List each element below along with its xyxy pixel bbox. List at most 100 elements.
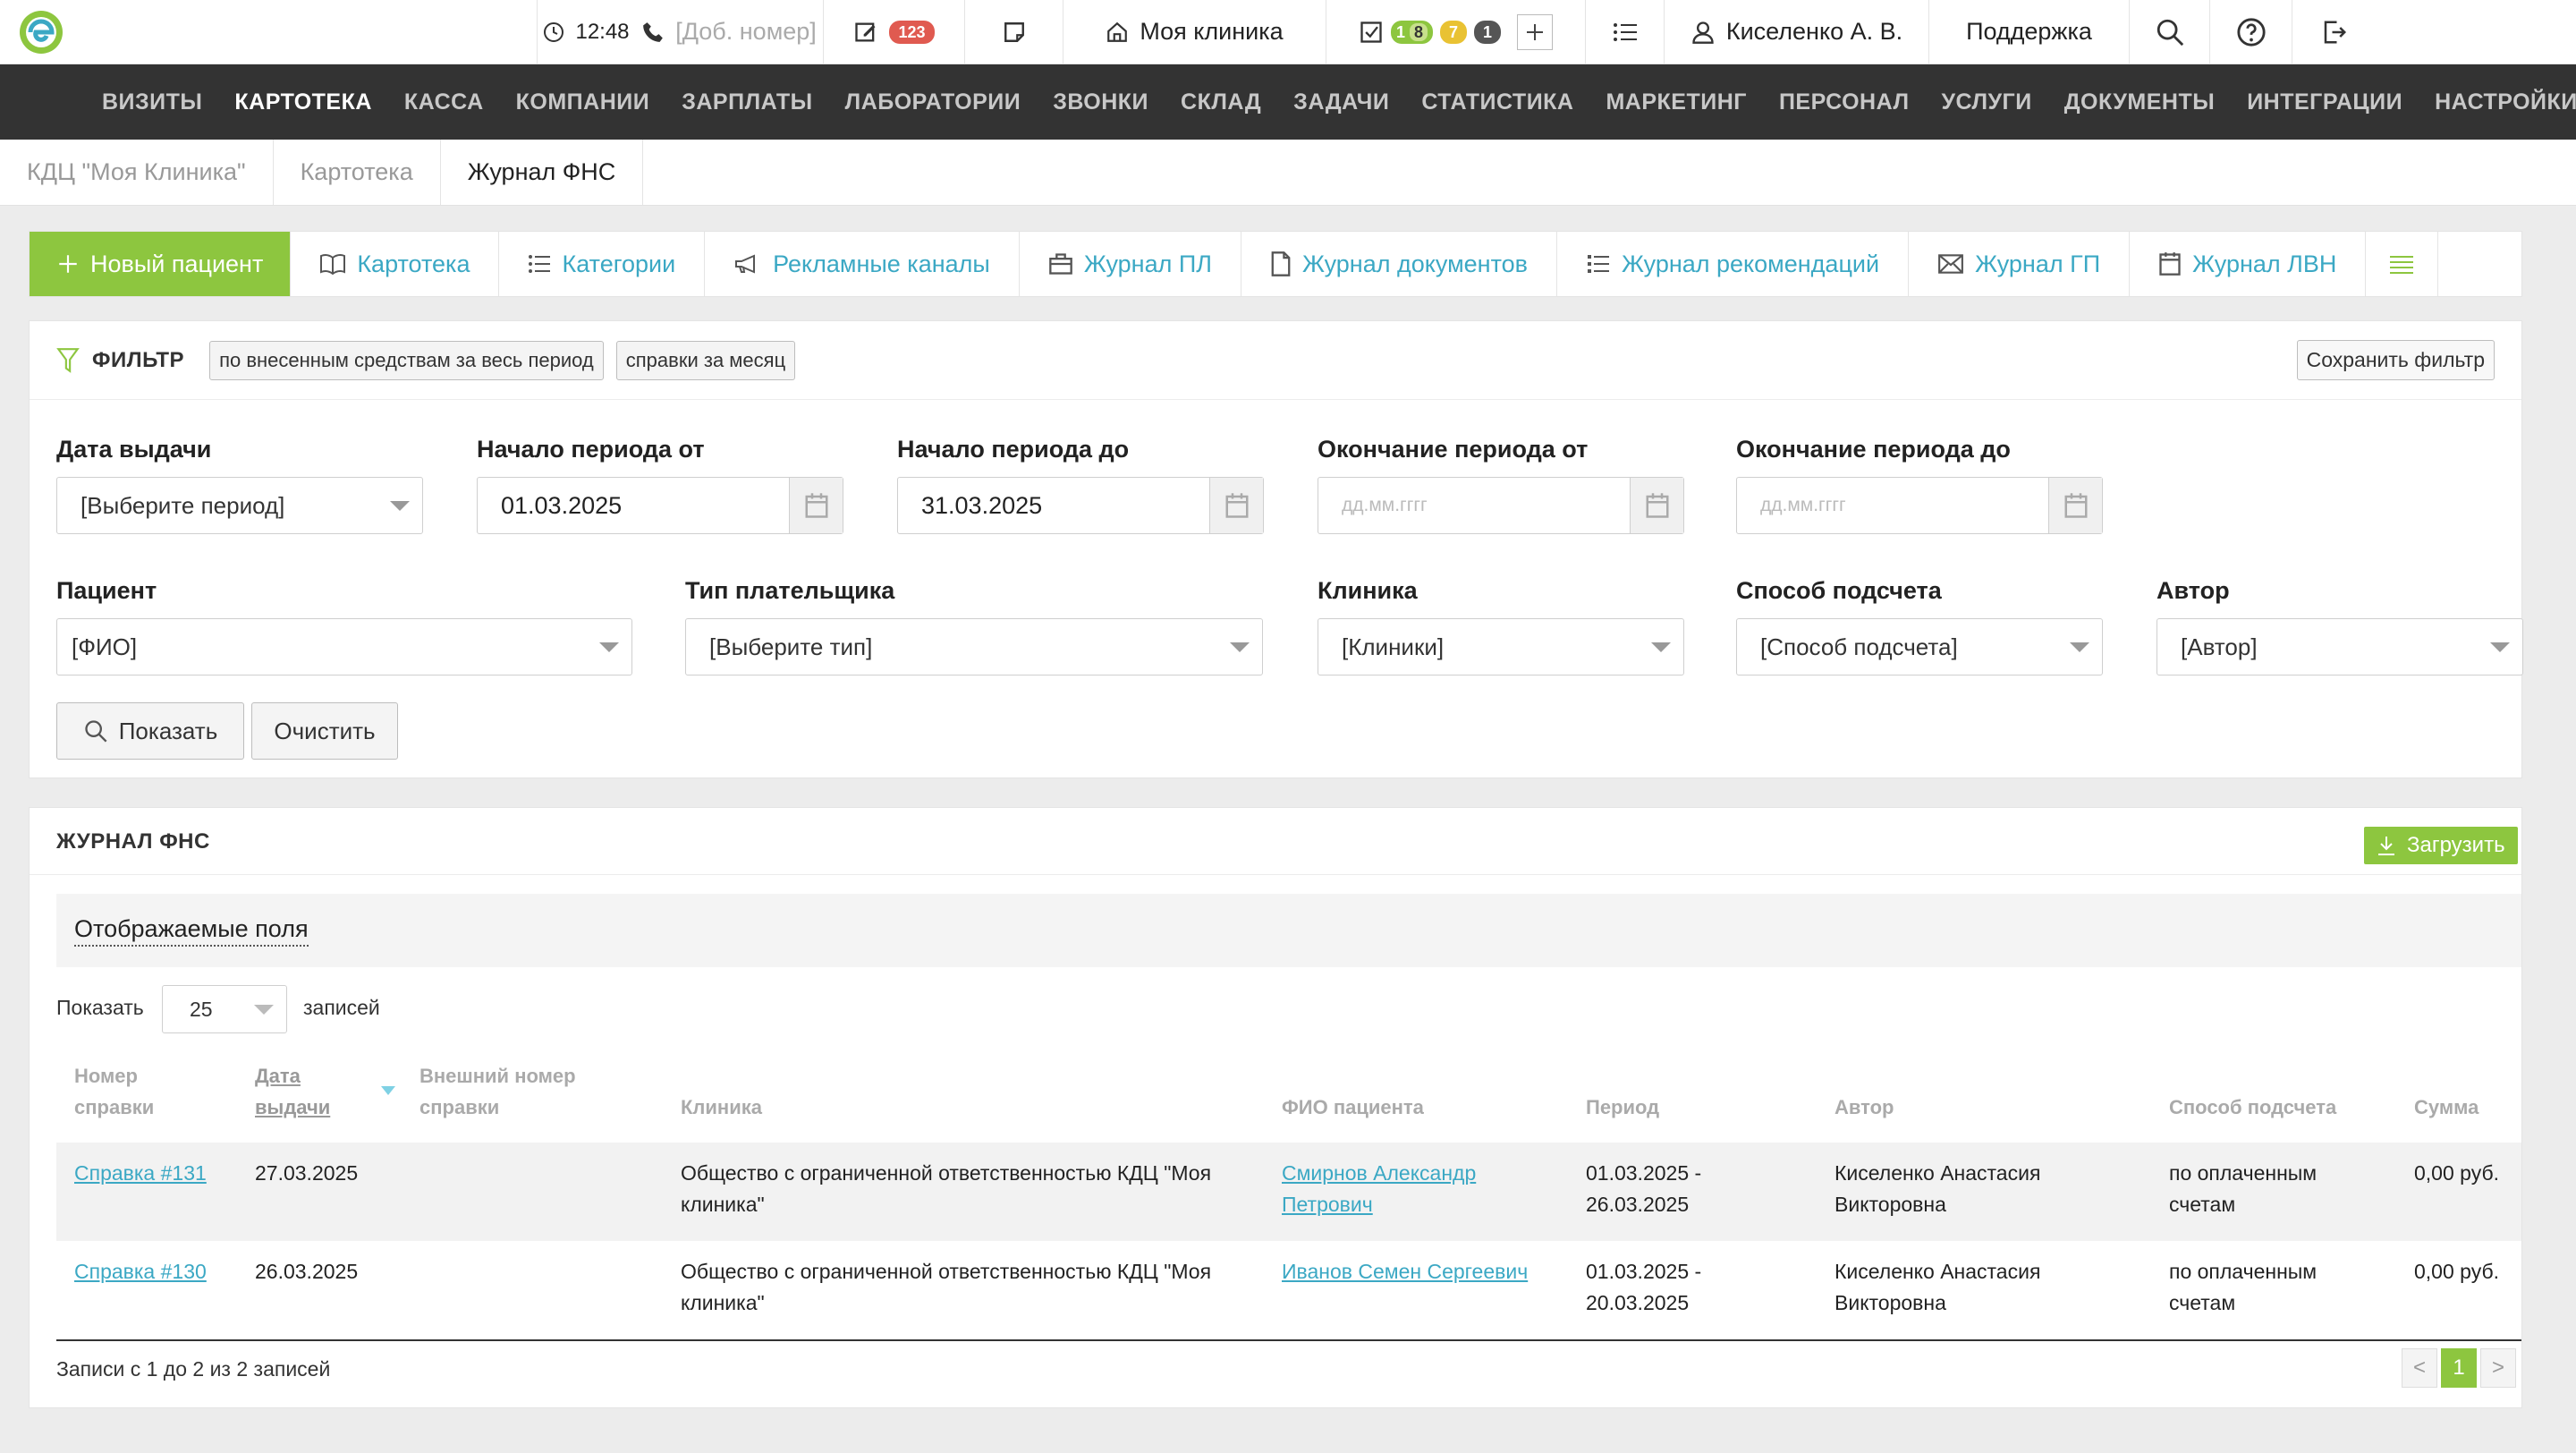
list-icon [529, 255, 551, 273]
filter-preset-month[interactable]: справки за месяц [615, 340, 796, 380]
clinic-select[interactable]: [Клиники] [1318, 618, 1684, 676]
tasks-widget[interactable]: 1 8 7 1 [1326, 0, 1585, 64]
new-patient-label: Новый пациент [90, 250, 264, 277]
pagination-page[interactable]: 1 [2441, 1348, 2477, 1388]
nav-item-6[interactable]: ЗВОНКИ [1037, 89, 1165, 115]
table-row: Справка #131 27.03.2025 Общество с огран… [56, 1143, 2521, 1241]
cell-number[interactable]: Справка #130 [74, 1256, 207, 1287]
nav-item-2[interactable]: КАССА [388, 89, 500, 115]
page-length-select[interactable]: 25 [162, 985, 287, 1033]
nav-item-3[interactable]: КОМПАНИИ [500, 89, 666, 115]
nav-item-12[interactable]: УСЛУГИ [1925, 89, 2047, 115]
tabs-more-button[interactable] [2366, 232, 2439, 296]
certificate-link[interactable]: Справка #130 [74, 1260, 207, 1283]
nav-item-10[interactable]: МАРКЕТИНГ [1589, 89, 1762, 115]
list-button[interactable] [1585, 0, 1664, 64]
pagination-next[interactable]: > [2480, 1348, 2516, 1388]
nav-item-5[interactable]: ЛАБОРАТОРИИ [829, 89, 1038, 115]
start-to-input[interactable]: 31.03.2025 [897, 477, 1264, 534]
patient-select[interactable]: [ФИО] [56, 618, 632, 676]
add-task-button[interactable] [1517, 13, 1554, 50]
start-from-input[interactable]: 01.03.2025 [477, 477, 843, 534]
nav-item-0[interactable]: ВИЗИТЫ [86, 89, 218, 115]
tab-categories[interactable]: Категории [499, 232, 706, 296]
new-patient-button[interactable]: Новый пациент [30, 232, 292, 296]
nav-item-11[interactable]: ПЕРСОНАЛ [1763, 89, 1926, 115]
top-bar: 12:48 [Доб. номер] 123 Моя клиника 1 8 7… [0, 0, 2576, 64]
start-from-calendar-button[interactable] [789, 478, 843, 533]
sticky-note-button[interactable] [964, 0, 1063, 64]
search-button[interactable] [2129, 0, 2209, 64]
tab-pl-journal[interactable]: Журнал ПЛ [1020, 232, 1241, 296]
patient-link[interactable]: Иванов Семен Сергеевич [1282, 1260, 1528, 1283]
col-author[interactable]: Автор [1835, 1092, 1894, 1123]
start-to-calendar-button[interactable] [1209, 478, 1263, 533]
end-from-input[interactable]: дд.мм.гггг [1318, 477, 1684, 534]
cell-number[interactable]: Справка #131 [74, 1158, 207, 1189]
download-button[interactable]: Загрузить [2364, 827, 2518, 864]
start-from-value: 01.03.2025 [501, 491, 623, 519]
patient-value: [ФИО] [72, 633, 138, 660]
nav-item-7[interactable]: СКЛАД [1165, 89, 1277, 115]
app-logo[interactable] [0, 0, 537, 64]
pagination-prev[interactable]: < [2402, 1348, 2437, 1388]
tab-gp-journal[interactable]: Журнал ГП [1909, 232, 2131, 296]
certificate-link[interactable]: Справка #131 [74, 1161, 207, 1185]
clinic-selector[interactable]: Моя клиника [1063, 0, 1326, 64]
col-period[interactable]: Период [1586, 1092, 1659, 1123]
cell-method-line2: счетам [2169, 1291, 2236, 1314]
nav-item-9[interactable]: СТАТИСТИКА [1405, 89, 1589, 115]
user-menu[interactable]: Киселенко А. В. [1664, 0, 1928, 64]
author-select[interactable]: [Автор] [2157, 618, 2523, 676]
nav-item-4[interactable]: ЗАРПЛАТЫ [665, 89, 828, 115]
filter-preset-all-period[interactable]: по внесенным средствам за весь период [209, 340, 604, 380]
col-number[interactable]: Номер справки [74, 1060, 154, 1123]
col-clinic[interactable]: Клиника [681, 1092, 762, 1123]
nav-item-13[interactable]: ДОКУМЕНТЫ [2048, 89, 2232, 115]
phone-extension[interactable]: [Доб. номер] [635, 0, 823, 64]
col-external-number-line1: Внешний номер [419, 1065, 576, 1087]
patient-link-line2[interactable]: Петрович [1282, 1193, 1373, 1216]
cell-clinic: Общество с ограниченной ответственностью… [681, 1256, 1211, 1319]
calendar-icon [2064, 493, 2087, 518]
col-external-number[interactable]: Внешний номер справки [419, 1060, 576, 1123]
end-to-input[interactable]: дд.мм.гггг [1736, 477, 2103, 534]
tab-cards[interactable]: Картотека [291, 232, 500, 296]
payer-select[interactable]: [Выберите тип] [685, 618, 1263, 676]
clear-button[interactable]: Очистить [251, 702, 398, 760]
tab-cards-label: Картотека [357, 250, 470, 277]
cell-patient[interactable]: Смирнов Александр Петрович [1282, 1158, 1476, 1220]
displayed-fields-toggle[interactable]: Отображаемые поля [74, 915, 309, 947]
cell-patient[interactable]: Иванов Семен Сергеевич [1282, 1256, 1528, 1287]
phone-extension-placeholder: [Доб. номер] [675, 18, 817, 45]
breadcrumb-item-cards[interactable]: Картотека [274, 140, 441, 205]
show-button[interactable]: Показать [56, 702, 244, 760]
tab-lvn-journal[interactable]: Журнал ЛВН [2130, 232, 2367, 296]
tab-ad-channels[interactable]: Рекламные каналы [705, 232, 1020, 296]
col-patient[interactable]: ФИО пациента [1282, 1092, 1424, 1123]
save-filter-button[interactable]: Сохранить фильтр [2296, 340, 2495, 380]
issue-date-select[interactable]: [Выберите период] [56, 477, 423, 534]
support-link[interactable]: Поддержка [1928, 0, 2129, 64]
end-to-label: Окончание периода до [1736, 436, 2011, 463]
logout-button[interactable] [2292, 0, 2376, 64]
journal-title: ЖУРНАЛ ФНС [56, 829, 210, 854]
nav-item-14[interactable]: ИНТЕГРАЦИИ [2231, 89, 2419, 115]
nav-item-8[interactable]: ЗАДАЧИ [1277, 89, 1405, 115]
nav-item-1[interactable]: КАРТОТЕКА [218, 89, 388, 115]
nav-item-15[interactable]: НАСТРОЙКИ [2419, 89, 2576, 115]
end-from-calendar-button[interactable] [1630, 478, 1683, 533]
notes-button[interactable]: 123 [823, 0, 964, 64]
help-button[interactable] [2209, 0, 2292, 64]
end-to-calendar-button[interactable] [2048, 478, 2102, 533]
cell-author-line2: Викторовна [1835, 1291, 1946, 1314]
tab-documents-journal[interactable]: Журнал документов [1241, 232, 1557, 296]
patient-link-line1[interactable]: Смирнов Александр [1282, 1161, 1476, 1185]
breadcrumb-item-clinic[interactable]: КДЦ "Моя Клиника" [0, 140, 274, 205]
col-sum[interactable]: Сумма [2414, 1092, 2479, 1123]
method-select[interactable]: [Способ подсчета] [1736, 618, 2103, 676]
col-issue-date[interactable]: Дата выдачи [255, 1060, 330, 1123]
tab-recommendations-journal[interactable]: Журнал рекомендаций [1557, 232, 1910, 296]
col-method[interactable]: Способ подсчета [2169, 1092, 2336, 1123]
cell-author: Киселенко Анастасия Викторовна [1835, 1256, 2040, 1319]
